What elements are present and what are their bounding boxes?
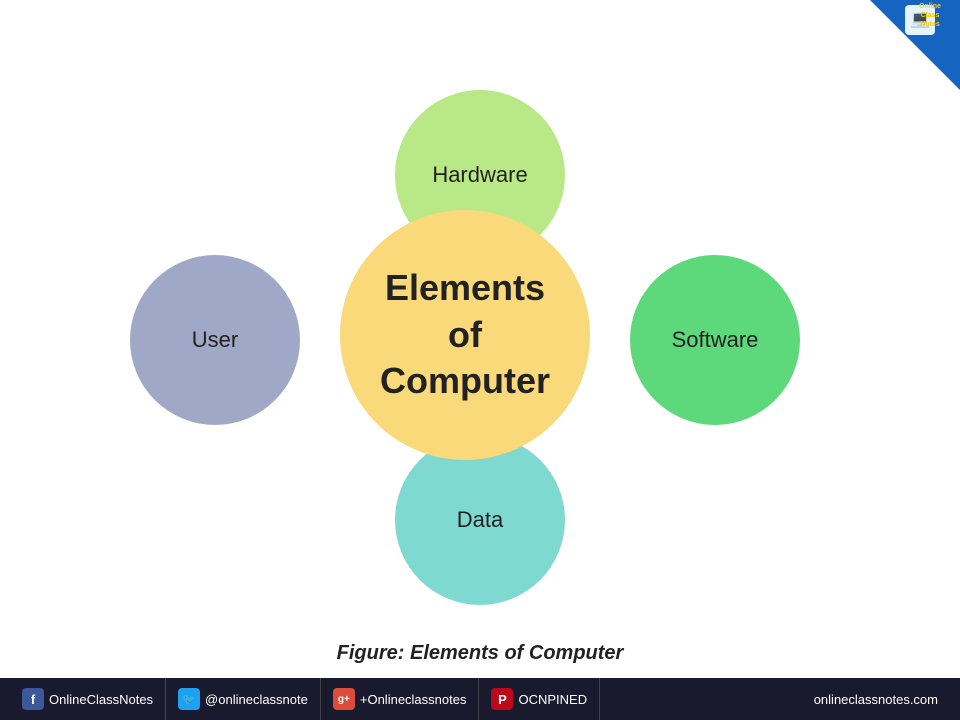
footer-pinterest[interactable]: P OCNPINED: [479, 678, 600, 720]
footer-facebook[interactable]: f OnlineClassNotes: [10, 678, 166, 720]
footer-googleplus-label: +Onlineclassnotes: [360, 692, 467, 707]
googleplus-icon: g+: [333, 688, 355, 710]
user-label: User: [192, 327, 238, 353]
diagram-container: Hardware Software Data User ElementsofCo…: [130, 50, 830, 630]
data-label: Data: [457, 507, 503, 533]
badge-label: OnlineClassNotes: [895, 2, 960, 29]
center-circle: ElementsofComputer: [340, 210, 590, 460]
software-circle: Software: [630, 255, 800, 425]
hardware-label: Hardware: [432, 162, 527, 188]
footer-twitter[interactable]: 🐦 @onlineclassnote: [166, 678, 321, 720]
data-circle: Data: [395, 435, 565, 605]
software-label: Software: [672, 327, 759, 353]
footer-website-label: onlineclassnotes.com: [814, 692, 938, 707]
facebook-icon: f: [22, 688, 44, 710]
twitter-icon: 🐦: [178, 688, 200, 710]
footer-twitter-label: @onlineclassnote: [205, 692, 308, 707]
footer-pinterest-label: OCNPINED: [518, 692, 587, 707]
footer-website: onlineclassnotes.com: [802, 678, 950, 720]
footer-googleplus[interactable]: g+ +Onlineclassnotes: [321, 678, 480, 720]
corner-badge-content: 💻 OnlineClassNotes: [885, 5, 955, 64]
center-label: ElementsofComputer: [380, 265, 550, 405]
pinterest-icon: P: [491, 688, 513, 710]
user-circle: User: [130, 255, 300, 425]
footer-facebook-label: OnlineClassNotes: [49, 692, 153, 707]
figure-caption: Figure: Elements of Computer: [337, 642, 624, 665]
footer-bar: f OnlineClassNotes 🐦 @onlineclassnote g+…: [0, 678, 960, 720]
